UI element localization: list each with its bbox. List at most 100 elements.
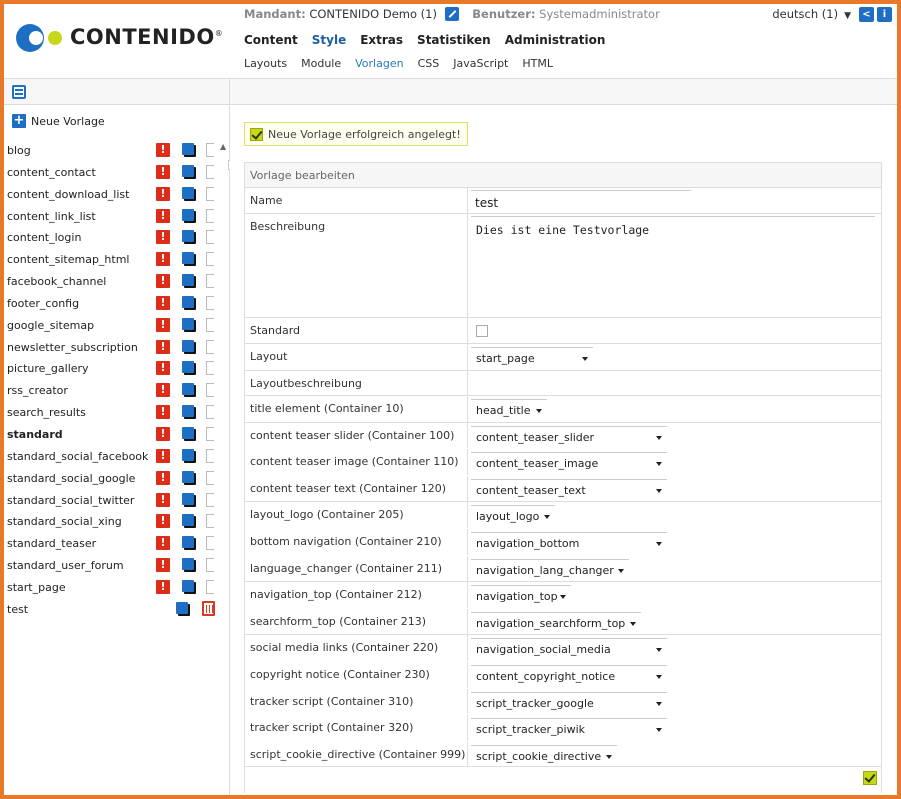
language-select[interactable]: deutsch (1) ▼ <box>772 7 851 21</box>
template-name[interactable]: content_login <box>7 231 81 244</box>
template-name[interactable]: blog <box>7 144 31 157</box>
copy-icon[interactable] <box>182 492 196 507</box>
list-item[interactable]: content_sitemap_html! <box>4 248 230 270</box>
layout-select[interactable]: start_page <box>471 347 593 367</box>
container-select[interactable]: content_teaser_slider <box>471 425 667 446</box>
copy-icon[interactable] <box>182 274 196 289</box>
template-name[interactable]: rss_creator <box>7 384 68 397</box>
info-icon[interactable]: i <box>877 7 892 22</box>
share-icon[interactable]: < <box>859 7 874 22</box>
main-nav-content[interactable]: Content <box>244 33 298 47</box>
save-button[interactable] <box>863 771 877 785</box>
copy-icon[interactable] <box>182 295 196 310</box>
template-name[interactable]: content_download_list <box>7 188 129 201</box>
copy-icon[interactable] <box>176 601 190 616</box>
container-select[interactable]: layout_logo <box>471 505 555 525</box>
list-item[interactable]: content_download_list! <box>4 183 230 205</box>
sub-nav-vorlagen[interactable]: Vorlagen <box>355 57 403 70</box>
list-item[interactable]: google_sitemap! <box>4 314 230 336</box>
copy-icon[interactable] <box>182 558 196 573</box>
container-select[interactable]: script_cookie_directive <box>471 744 617 765</box>
copy-icon[interactable] <box>182 361 196 376</box>
template-name[interactable]: standard_social_facebook <box>7 450 148 463</box>
copy-icon[interactable] <box>182 252 196 267</box>
template-name[interactable]: test <box>7 603 28 616</box>
main-nav-administration[interactable]: Administration <box>505 33 606 47</box>
main-nav-style[interactable]: Style <box>312 33 346 47</box>
template-name[interactable]: content_contact <box>7 166 96 179</box>
main-nav-extras[interactable]: Extras <box>360 33 403 47</box>
container-select[interactable]: navigation_searchform_top <box>471 611 641 632</box>
copy-icon[interactable] <box>182 426 196 441</box>
new-template-button[interactable]: + Neue Vorlage <box>12 114 105 128</box>
list-item[interactable]: footer_config! <box>4 292 230 314</box>
template-name[interactable]: google_sitemap <box>7 319 94 332</box>
list-item[interactable]: standard! <box>4 423 230 445</box>
list-item[interactable]: standard_user_forum! <box>4 554 230 576</box>
list-item[interactable]: search_results! <box>4 401 230 423</box>
main-nav-statistiken[interactable]: Statistiken <box>417 33 491 47</box>
copy-icon[interactable] <box>182 186 196 201</box>
list-item[interactable]: standard_social_facebook! <box>4 445 230 467</box>
template-name[interactable]: content_link_list <box>7 210 96 223</box>
sub-nav-html[interactable]: HTML <box>522 57 553 70</box>
copy-icon[interactable] <box>182 383 196 398</box>
copy-icon[interactable] <box>182 143 196 157</box>
name-input[interactable]: test <box>471 190 691 212</box>
sub-nav-module[interactable]: Module <box>301 57 341 70</box>
container-select[interactable]: content_teaser_text <box>471 478 667 499</box>
copy-icon[interactable] <box>182 339 196 354</box>
standard-checkbox[interactable] <box>476 325 488 337</box>
description-textarea[interactable]: Dies ist eine Testvorlage <box>471 216 875 309</box>
list-item[interactable]: content_link_list! <box>4 205 230 227</box>
copy-icon[interactable] <box>182 405 196 420</box>
copy-icon[interactable] <box>182 514 196 529</box>
list-item[interactable]: standard_social_twitter! <box>4 489 230 511</box>
container-select[interactable]: navigation_lang_changer <box>471 558 629 579</box>
template-name[interactable]: standard_social_xing <box>7 515 122 528</box>
container-select[interactable]: navigation_social_media <box>471 638 667 658</box>
list-item[interactable]: standard_social_google! <box>4 467 230 489</box>
edit-icon[interactable] <box>444 7 459 21</box>
container-select[interactable]: content_teaser_image <box>471 452 667 472</box>
copy-icon[interactable] <box>182 230 196 245</box>
copy-icon[interactable] <box>182 448 196 463</box>
logo[interactable]: CONTENIDO® <box>14 22 234 54</box>
sub-nav-layouts[interactable]: Layouts <box>244 57 287 70</box>
copy-icon[interactable] <box>182 164 196 179</box>
list-item[interactable]: rss_creator! <box>4 379 230 401</box>
container-select[interactable]: script_tracker_piwik <box>471 718 667 738</box>
template-name[interactable]: newsletter_subscription <box>7 341 138 354</box>
copy-icon[interactable] <box>182 579 196 594</box>
template-overview-icon[interactable] <box>12 85 26 99</box>
template-name[interactable]: start_page <box>7 581 66 594</box>
list-item[interactable]: standard_teaser! <box>4 532 230 554</box>
sub-nav-css[interactable]: CSS <box>418 57 440 70</box>
copy-icon[interactable] <box>182 208 196 223</box>
container-select[interactable]: navigation_bottom <box>471 531 667 552</box>
template-name[interactable]: standard <box>7 428 63 441</box>
container-select[interactable]: script_tracker_google <box>471 691 667 712</box>
copy-icon[interactable] <box>182 470 196 485</box>
list-item[interactable]: test <box>4 598 230 620</box>
list-item[interactable]: picture_gallery! <box>4 357 230 379</box>
list-item[interactable]: content_contact! <box>4 161 230 183</box>
template-name[interactable]: standard_user_forum <box>7 559 124 572</box>
copy-icon[interactable] <box>182 317 196 332</box>
template-name[interactable]: search_results <box>7 406 86 419</box>
template-name[interactable]: standard_social_google <box>7 472 135 485</box>
container-select[interactable]: head_title <box>471 399 547 419</box>
list-item[interactable]: blog! <box>4 139 230 161</box>
list-item[interactable]: start_page! <box>4 576 230 598</box>
copy-icon[interactable] <box>182 536 196 551</box>
template-name[interactable]: content_sitemap_html <box>7 253 129 266</box>
trash-icon[interactable] <box>202 600 215 616</box>
template-name[interactable]: standard_social_twitter <box>7 494 134 507</box>
container-select[interactable]: navigation_top <box>471 585 571 605</box>
list-item[interactable]: newsletter_subscription! <box>4 336 230 358</box>
container-select[interactable]: content_copyright_notice <box>471 664 667 685</box>
template-name[interactable]: standard_teaser <box>7 537 96 550</box>
template-name[interactable]: facebook_channel <box>7 275 106 288</box>
list-item[interactable]: facebook_channel! <box>4 270 230 292</box>
list-item[interactable]: standard_social_xing! <box>4 510 230 532</box>
